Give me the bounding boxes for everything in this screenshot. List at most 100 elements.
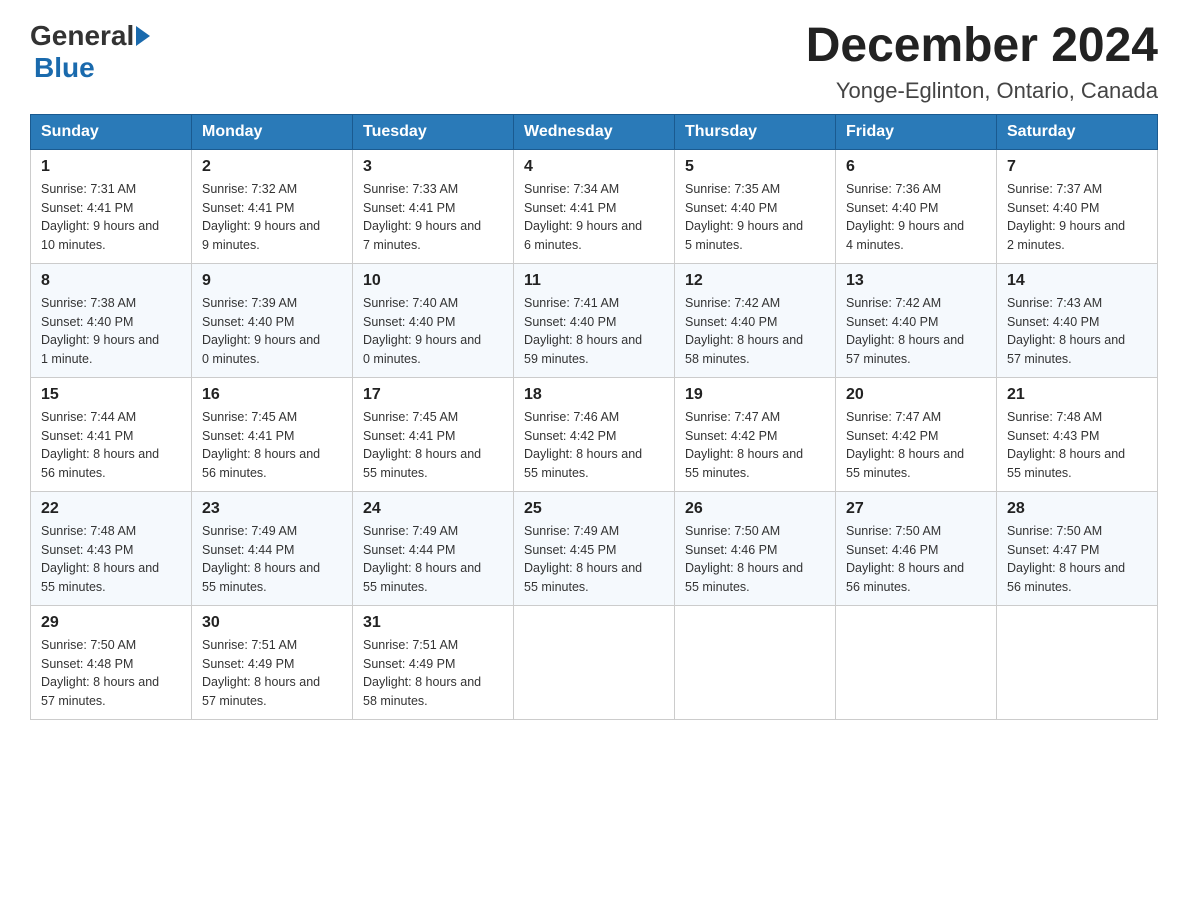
table-row: 18 Sunrise: 7:46 AM Sunset: 4:42 PM Dayl… <box>514 377 675 491</box>
day-number: 5 <box>685 158 825 176</box>
day-info: Sunrise: 7:43 AM Sunset: 4:40 PM Dayligh… <box>1007 294 1147 369</box>
table-row: 31 Sunrise: 7:51 AM Sunset: 4:49 PM Dayl… <box>353 605 514 719</box>
calendar-week-row: 29 Sunrise: 7:50 AM Sunset: 4:48 PM Dayl… <box>31 605 1158 719</box>
day-number: 21 <box>1007 386 1147 404</box>
day-number: 14 <box>1007 272 1147 290</box>
day-info: Sunrise: 7:31 AM Sunset: 4:41 PM Dayligh… <box>41 180 181 255</box>
day-number: 4 <box>524 158 664 176</box>
day-number: 27 <box>846 500 986 518</box>
logo: General Blue <box>30 20 152 84</box>
day-info: Sunrise: 7:33 AM Sunset: 4:41 PM Dayligh… <box>363 180 503 255</box>
day-number: 25 <box>524 500 664 518</box>
table-row: 13 Sunrise: 7:42 AM Sunset: 4:40 PM Dayl… <box>836 263 997 377</box>
day-number: 23 <box>202 500 342 518</box>
calendar-header-row: Sunday Monday Tuesday Wednesday Thursday… <box>31 114 1158 149</box>
day-number: 17 <box>363 386 503 404</box>
day-info: Sunrise: 7:49 AM Sunset: 4:45 PM Dayligh… <box>524 522 664 597</box>
day-info: Sunrise: 7:50 AM Sunset: 4:47 PM Dayligh… <box>1007 522 1147 597</box>
table-row: 19 Sunrise: 7:47 AM Sunset: 4:42 PM Dayl… <box>675 377 836 491</box>
table-row: 30 Sunrise: 7:51 AM Sunset: 4:49 PM Dayl… <box>192 605 353 719</box>
calendar-week-row: 15 Sunrise: 7:44 AM Sunset: 4:41 PM Dayl… <box>31 377 1158 491</box>
day-number: 24 <box>363 500 503 518</box>
table-row: 25 Sunrise: 7:49 AM Sunset: 4:45 PM Dayl… <box>514 491 675 605</box>
day-info: Sunrise: 7:38 AM Sunset: 4:40 PM Dayligh… <box>41 294 181 369</box>
table-row: 17 Sunrise: 7:45 AM Sunset: 4:41 PM Dayl… <box>353 377 514 491</box>
page-header: General Blue December 2024 Yonge-Eglinto… <box>30 20 1158 104</box>
day-number: 16 <box>202 386 342 404</box>
day-number: 6 <box>846 158 986 176</box>
day-info: Sunrise: 7:44 AM Sunset: 4:41 PM Dayligh… <box>41 408 181 483</box>
col-wednesday: Wednesday <box>514 114 675 149</box>
table-row: 27 Sunrise: 7:50 AM Sunset: 4:46 PM Dayl… <box>836 491 997 605</box>
day-info: Sunrise: 7:49 AM Sunset: 4:44 PM Dayligh… <box>202 522 342 597</box>
table-row: 11 Sunrise: 7:41 AM Sunset: 4:40 PM Dayl… <box>514 263 675 377</box>
day-info: Sunrise: 7:50 AM Sunset: 4:46 PM Dayligh… <box>846 522 986 597</box>
day-info: Sunrise: 7:45 AM Sunset: 4:41 PM Dayligh… <box>363 408 503 483</box>
day-info: Sunrise: 7:39 AM Sunset: 4:40 PM Dayligh… <box>202 294 342 369</box>
day-number: 9 <box>202 272 342 290</box>
table-row: 20 Sunrise: 7:47 AM Sunset: 4:42 PM Dayl… <box>836 377 997 491</box>
day-number: 22 <box>41 500 181 518</box>
col-thursday: Thursday <box>675 114 836 149</box>
table-row: 6 Sunrise: 7:36 AM Sunset: 4:40 PM Dayli… <box>836 149 997 263</box>
day-number: 10 <box>363 272 503 290</box>
col-sunday: Sunday <box>31 114 192 149</box>
day-info: Sunrise: 7:32 AM Sunset: 4:41 PM Dayligh… <box>202 180 342 255</box>
day-number: 2 <box>202 158 342 176</box>
logo-blue-text: Blue <box>34 52 95 83</box>
table-row: 3 Sunrise: 7:33 AM Sunset: 4:41 PM Dayli… <box>353 149 514 263</box>
table-row: 16 Sunrise: 7:45 AM Sunset: 4:41 PM Dayl… <box>192 377 353 491</box>
col-friday: Friday <box>836 114 997 149</box>
calendar-week-row: 22 Sunrise: 7:48 AM Sunset: 4:43 PM Dayl… <box>31 491 1158 605</box>
day-info: Sunrise: 7:42 AM Sunset: 4:40 PM Dayligh… <box>685 294 825 369</box>
day-info: Sunrise: 7:50 AM Sunset: 4:48 PM Dayligh… <box>41 636 181 711</box>
day-info: Sunrise: 7:51 AM Sunset: 4:49 PM Dayligh… <box>363 636 503 711</box>
table-row: 28 Sunrise: 7:50 AM Sunset: 4:47 PM Dayl… <box>997 491 1158 605</box>
day-number: 26 <box>685 500 825 518</box>
table-row: 14 Sunrise: 7:43 AM Sunset: 4:40 PM Dayl… <box>997 263 1158 377</box>
table-row: 2 Sunrise: 7:32 AM Sunset: 4:41 PM Dayli… <box>192 149 353 263</box>
table-row: 10 Sunrise: 7:40 AM Sunset: 4:40 PM Dayl… <box>353 263 514 377</box>
table-row: 29 Sunrise: 7:50 AM Sunset: 4:48 PM Dayl… <box>31 605 192 719</box>
day-info: Sunrise: 7:36 AM Sunset: 4:40 PM Dayligh… <box>846 180 986 255</box>
day-info: Sunrise: 7:46 AM Sunset: 4:42 PM Dayligh… <box>524 408 664 483</box>
col-saturday: Saturday <box>997 114 1158 149</box>
day-number: 7 <box>1007 158 1147 176</box>
day-number: 15 <box>41 386 181 404</box>
calendar-week-row: 8 Sunrise: 7:38 AM Sunset: 4:40 PM Dayli… <box>31 263 1158 377</box>
table-row: 26 Sunrise: 7:50 AM Sunset: 4:46 PM Dayl… <box>675 491 836 605</box>
table-row: 22 Sunrise: 7:48 AM Sunset: 4:43 PM Dayl… <box>31 491 192 605</box>
day-number: 31 <box>363 614 503 632</box>
table-row: 4 Sunrise: 7:34 AM Sunset: 4:41 PM Dayli… <box>514 149 675 263</box>
calendar-week-row: 1 Sunrise: 7:31 AM Sunset: 4:41 PM Dayli… <box>31 149 1158 263</box>
day-number: 13 <box>846 272 986 290</box>
logo-general-text: General <box>30 20 134 52</box>
table-row <box>836 605 997 719</box>
day-info: Sunrise: 7:48 AM Sunset: 4:43 PM Dayligh… <box>1007 408 1147 483</box>
title-block: December 2024 Yonge-Eglinton, Ontario, C… <box>806 20 1158 104</box>
logo-arrow-icon <box>136 26 150 46</box>
day-number: 18 <box>524 386 664 404</box>
day-number: 3 <box>363 158 503 176</box>
table-row: 15 Sunrise: 7:44 AM Sunset: 4:41 PM Dayl… <box>31 377 192 491</box>
day-number: 28 <box>1007 500 1147 518</box>
table-row <box>997 605 1158 719</box>
day-info: Sunrise: 7:40 AM Sunset: 4:40 PM Dayligh… <box>363 294 503 369</box>
table-row: 9 Sunrise: 7:39 AM Sunset: 4:40 PM Dayli… <box>192 263 353 377</box>
table-row: 7 Sunrise: 7:37 AM Sunset: 4:40 PM Dayli… <box>997 149 1158 263</box>
day-info: Sunrise: 7:48 AM Sunset: 4:43 PM Dayligh… <box>41 522 181 597</box>
month-title: December 2024 <box>806 20 1158 73</box>
table-row: 8 Sunrise: 7:38 AM Sunset: 4:40 PM Dayli… <box>31 263 192 377</box>
table-row: 5 Sunrise: 7:35 AM Sunset: 4:40 PM Dayli… <box>675 149 836 263</box>
calendar-table: Sunday Monday Tuesday Wednesday Thursday… <box>30 114 1158 720</box>
table-row: 1 Sunrise: 7:31 AM Sunset: 4:41 PM Dayli… <box>31 149 192 263</box>
table-row: 24 Sunrise: 7:49 AM Sunset: 4:44 PM Dayl… <box>353 491 514 605</box>
day-info: Sunrise: 7:34 AM Sunset: 4:41 PM Dayligh… <box>524 180 664 255</box>
day-number: 12 <box>685 272 825 290</box>
table-row: 12 Sunrise: 7:42 AM Sunset: 4:40 PM Dayl… <box>675 263 836 377</box>
day-info: Sunrise: 7:51 AM Sunset: 4:49 PM Dayligh… <box>202 636 342 711</box>
table-row: 23 Sunrise: 7:49 AM Sunset: 4:44 PM Dayl… <box>192 491 353 605</box>
day-number: 11 <box>524 272 664 290</box>
day-info: Sunrise: 7:45 AM Sunset: 4:41 PM Dayligh… <box>202 408 342 483</box>
day-info: Sunrise: 7:49 AM Sunset: 4:44 PM Dayligh… <box>363 522 503 597</box>
